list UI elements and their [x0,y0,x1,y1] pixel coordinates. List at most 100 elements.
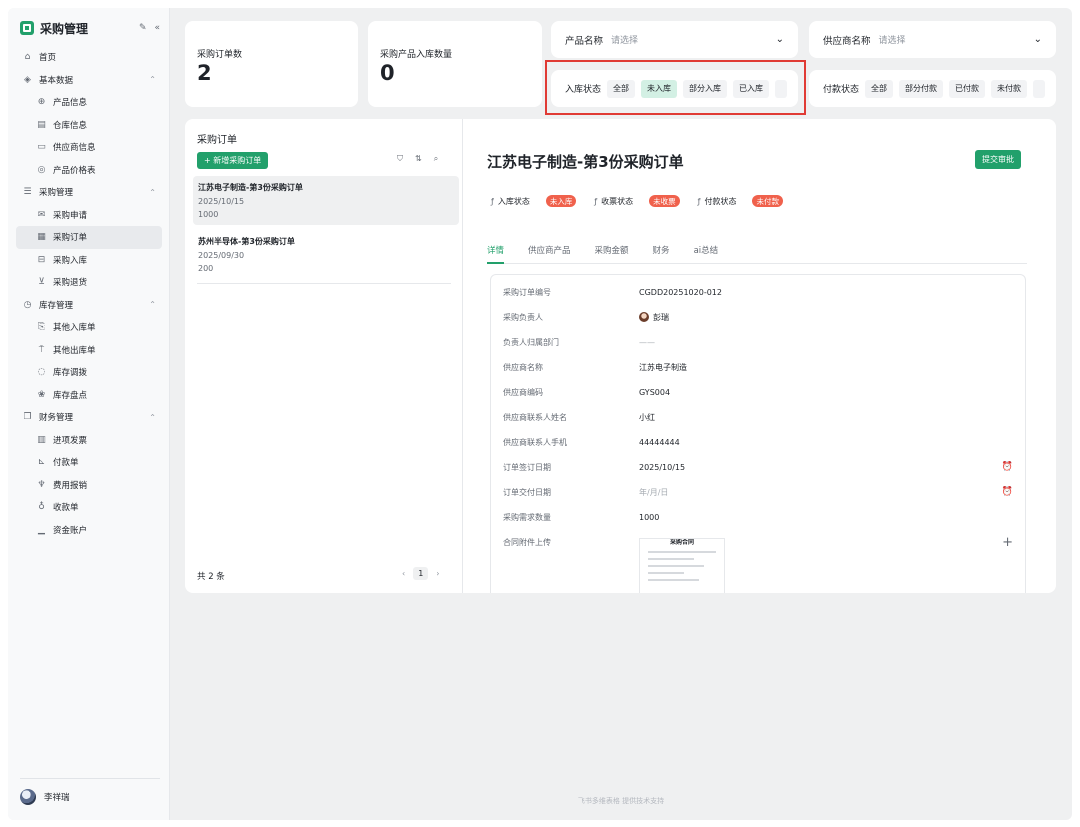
order-date: 2025/09/30 [198,251,245,260]
list-total: 共 2 条 [197,572,225,582]
order-qty: 1000 [198,210,219,219]
doc-in-icon: ⎘ [37,322,46,333]
sidebar-item-purchase-request[interactable]: ✉ 采购申请 [16,204,162,227]
sidebar-item-stock-count[interactable]: ❀ 库存盘点 [16,384,162,407]
mail-icon: ✉ [37,209,46,220]
payment-option-unpaid[interactable]: 未付款 [991,79,1028,98]
barcode-icon: ▥ [37,434,46,445]
list-item[interactable]: 江苏电子制造-第3份采购订单 2025/10/15 1000 [193,176,459,225]
bar-chart-icon: ▁ [38,524,45,535]
chevron-up-icon: ⌃ [149,300,156,310]
edit-icon[interactable]: ✎ [139,23,147,33]
stat-card-inbound: 采购产品入库数量 0 [368,21,542,107]
tab-finance[interactable]: 财务 [653,244,670,264]
field-supplier-code: 供应商编码 GYS004 [503,387,671,397]
payment-status-filter: 付款状态 全部 部分付款 已付款 未付款 [809,70,1051,107]
stat-label: 采购产品入库数量 [380,50,453,60]
payment-status-title: 付款状态 [823,85,860,95]
payment-option-paid[interactable]: 已付款 [949,79,986,98]
detail-fields: 采购订单编号 CGDD20251020-012 采购负责人 彭瑞 负责人归属部门… [490,274,1026,593]
status-badge: 未付款 [752,195,783,207]
tab-details[interactable]: 详情 [487,244,505,264]
sidebar-item-price-list[interactable]: ◎ 产品价格表 [16,159,162,182]
next-page-icon[interactable]: › [436,569,439,578]
supplier-select[interactable]: 供应商名称 请选择 ⌄ [809,21,1056,58]
return-icon: ⊻ [38,277,45,288]
current-page[interactable]: 1 [413,567,429,580]
tab-purchase-amount[interactable]: 采购金额 [595,244,629,264]
list-item[interactable]: 苏州半导体-第3份采购订单 2025/09/30 200 [193,230,459,279]
list-title: 采购订单 [197,135,237,146]
payment-option-all[interactable]: 全部 [865,79,894,98]
tab-ai-summary[interactable]: ai总结 [694,244,719,264]
invoice-status: ƒ 收票状态 未收票 [594,195,680,207]
payment-status: ƒ 付款状态 未付款 [698,195,783,207]
add-order-button[interactable]: + 新增采购订单 [197,152,269,169]
sidebar-group-finance[interactable]: ❐ 财务管理 ⌃ [16,406,162,429]
sidebar-group-basic-data[interactable]: ◈ 基本数据 ⌃ [16,69,162,92]
submit-approval-button[interactable]: 提交审批 [975,150,1021,169]
sidebar-item-other-outbound[interactable]: ⍑ 其他出库单 [16,339,162,362]
sidebar-item-home[interactable]: ⌂ 首页 [16,46,162,69]
calendar-icon: ▦ [37,232,46,243]
bulb-icon: ♁ [38,502,45,513]
alarm-clock-icon[interactable]: ⏰ [1002,462,1013,472]
plus-icon[interactable]: + [1002,535,1013,550]
field-department: 负责人归属部门 —— [503,337,655,347]
sidebar-item-product-info[interactable]: ⊕ 产品信息 [16,91,162,114]
sidebar-item-warehouse-info[interactable]: ▤ 仓库信息 [16,114,162,137]
sidebar-item-supplier-info[interactable]: ▭ 供应商信息 [16,136,162,159]
sidebar-item-receipt[interactable]: ♁ 收款单 [16,496,162,519]
alarm-clock-icon[interactable]: ⏰ [1002,487,1013,497]
field-delivery-date: 订单交付日期 年/月/日 ⏰ [503,487,1013,497]
chevron-up-icon: ⌃ [149,412,156,422]
thumb-line [648,551,716,553]
payment-status-filter-card: 付款状态 全部 部分付款 已付款 未付款 [809,70,1056,107]
sidebar-item-purchase-inbound[interactable]: ⊟ 采购入库 [16,249,162,272]
field-owner: 采购负责人 彭瑞 [503,312,669,322]
product-select[interactable]: 产品名称 请选择 ⌄ [551,21,798,58]
sidebar-group-inventory[interactable]: ◷ 库存管理 ⌃ [16,294,162,317]
sidebar-item-expense[interactable]: ♆ 费用报销 [16,474,162,497]
sidebar-item-purchase-return[interactable]: ⊻ 采购退货 [16,271,162,294]
app-title: 采购管理 [40,21,89,36]
sidebar-item-other-inbound[interactable]: ⎘ 其他入库单 [16,316,162,339]
order-title: 江苏电子制造-第3份采购订单 [198,183,303,192]
warehouse-icon: ▤ [37,119,46,130]
transfer-icon: ◌ [37,367,46,378]
stat-value: 2 [197,61,212,85]
product-placeholder: 请选择 [611,36,639,46]
sidebar-item-purchase-order[interactable]: ▦ 采购订单 [16,226,162,249]
field-contract-attachment: 合同附件上传 + [503,534,1013,550]
count-icon: ❀ [37,389,46,400]
sidebar-item-input-invoice[interactable]: ▥ 进项发票 [16,429,162,452]
stat-card-orders: 采购订单数 2 [185,21,358,107]
field-contact-phone: 供应商联系人手机 44444444 [503,437,680,447]
order-date: 2025/10/15 [198,197,245,206]
chevron-down-icon: ⌄ [1033,34,1042,45]
formula-icon: ƒ [697,196,701,206]
avatar [639,312,649,322]
sidebar-item-stock-transfer[interactable]: ◌ 库存调拨 [16,361,162,384]
thumb-line [648,565,704,567]
filter-icon[interactable]: ⛉ [397,154,403,164]
sort-icon[interactable]: ⇅ [415,154,422,164]
layers-icon: ◈ [24,74,31,85]
collapse-icon[interactable]: « [154,23,160,33]
field-sign-date: 订单签订日期 2025/10/15 ⏰ [503,462,1013,472]
pagination: ‹ 1 › [402,567,440,580]
payment-option-partial[interactable]: 部分付款 [899,79,944,98]
chevron-down-icon: ⌄ [775,34,784,45]
stat-label: 采购订单数 [197,50,243,60]
prev-page-icon[interactable]: ‹ [402,569,405,578]
home-icon: ⌂ [24,52,31,63]
more-option [1033,79,1046,98]
divider [197,283,451,284]
sidebar-group-purchase[interactable]: ☰ 采购管理 ⌃ [16,181,162,204]
attachment-thumbnail[interactable]: 采购合同 [639,538,725,593]
inbound-status: ƒ 入库状态 未入库 [491,195,577,207]
sidebar-item-fund-account[interactable]: ▁ 资金账户 [16,519,162,542]
sidebar-item-payment[interactable]: ⊾ 付款单 [16,451,162,474]
tab-supplier-products[interactable]: 供应商产品 [528,244,571,264]
search-icon[interactable]: ⌕ [434,154,438,164]
